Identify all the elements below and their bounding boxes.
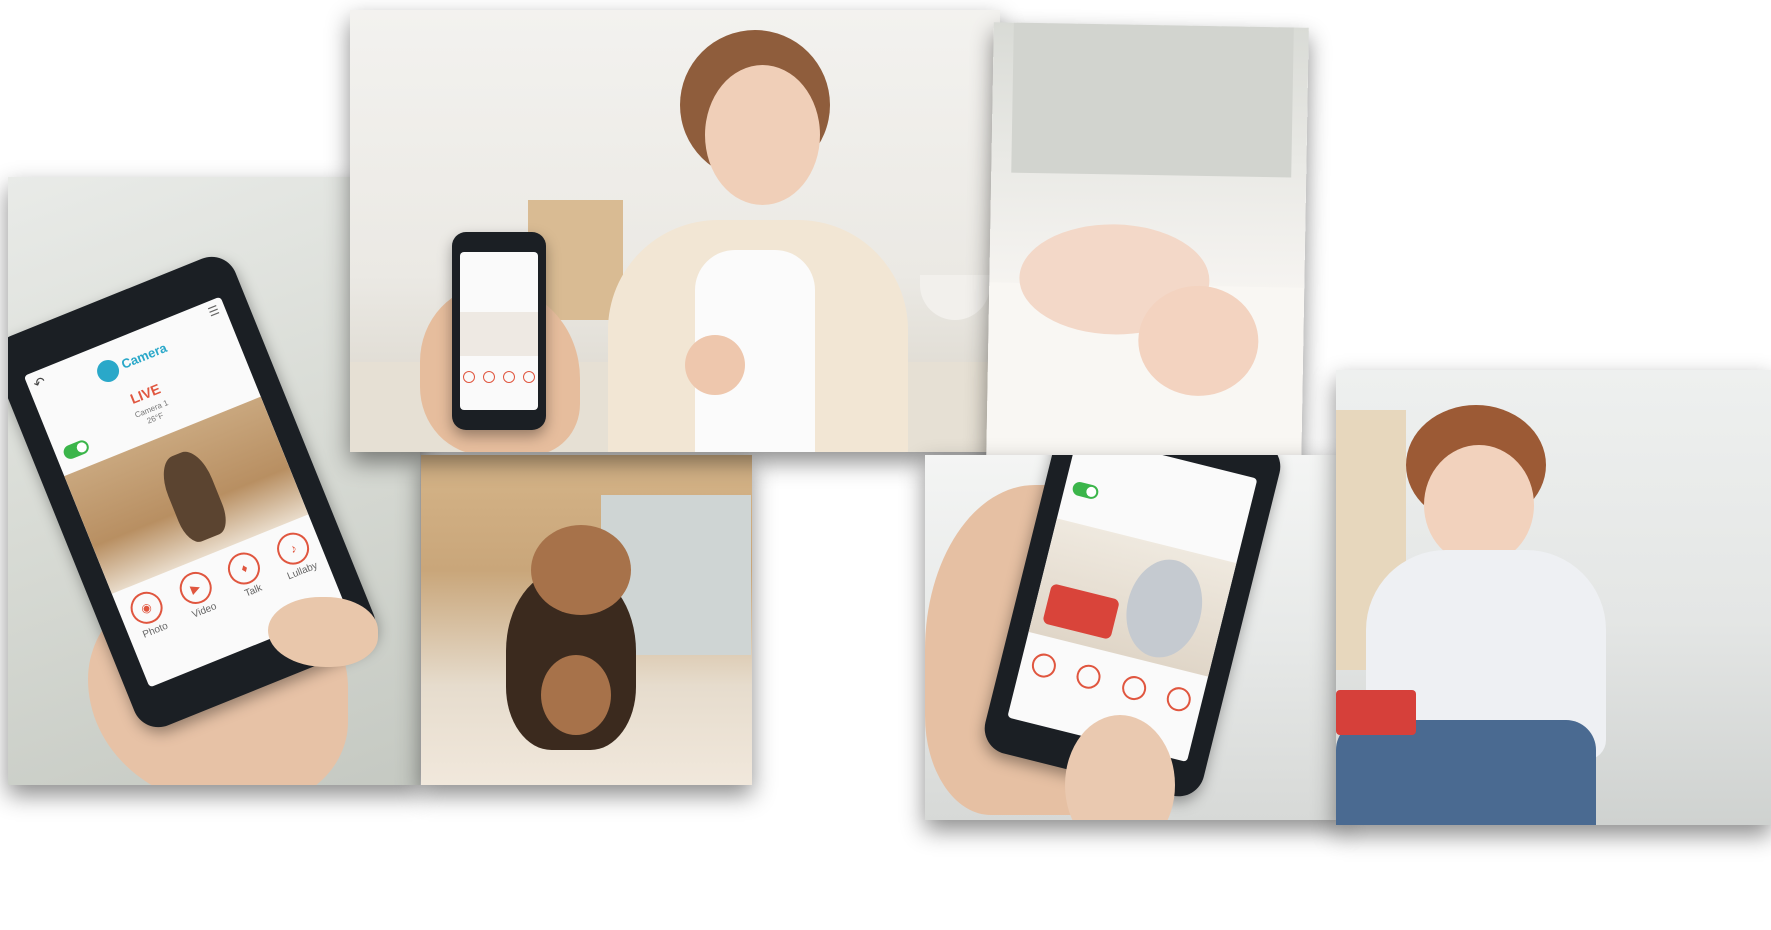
- dog-figure: [155, 446, 232, 547]
- thumb: [268, 597, 378, 667]
- dog-chest: [541, 655, 611, 735]
- phone-screen-boy: [1007, 455, 1258, 762]
- dog-head: [531, 525, 631, 615]
- video-button[interactable]: ▶ Video: [174, 567, 222, 623]
- talk-label: Talk: [243, 582, 264, 600]
- phone-screen-small: [459, 251, 539, 411]
- back-icon[interactable]: ↶: [31, 373, 48, 393]
- photo-button[interactable]: ◉ Photo: [125, 587, 173, 642]
- photo-panel-boy: [1336, 370, 1771, 825]
- music-note-icon: [522, 370, 535, 383]
- lullaby-button[interactable]: ♪ Lullaby: [272, 527, 320, 583]
- smartphone-small: [452, 232, 546, 430]
- app-brand: Camera: [119, 340, 170, 373]
- control-row-small: [460, 370, 539, 383]
- photo-panel-baby: [986, 22, 1309, 468]
- camera-toggle-boy[interactable]: [1071, 480, 1100, 501]
- fruit-bowl: [920, 275, 990, 320]
- boy-face: [1424, 445, 1534, 565]
- woman-face: [705, 65, 820, 205]
- photo-panel-woman: [350, 10, 1000, 452]
- woman-hand-phone: [685, 335, 745, 395]
- menu-icon[interactable]: ☰: [206, 303, 221, 320]
- camera-icon: [463, 370, 476, 383]
- talk-button[interactable]: ♦ Talk: [223, 547, 271, 603]
- microphone-icon: [1119, 673, 1149, 703]
- baby-feed-thumb: [459, 311, 539, 357]
- boy-live-feed: [1028, 518, 1237, 677]
- photo-panel-phone-boy: [925, 455, 1345, 820]
- video-icon: [483, 370, 496, 383]
- boy-figure: [1116, 551, 1212, 666]
- crib-furniture: [1011, 22, 1294, 178]
- toy-blocks: [1042, 583, 1121, 641]
- video-icon: [1074, 662, 1104, 692]
- boy-jeans: [1336, 720, 1596, 825]
- toy-bricks: [1336, 690, 1416, 735]
- camera-icon: [1029, 651, 1059, 681]
- microphone-icon: [502, 370, 515, 383]
- music-note-icon: [1163, 684, 1193, 715]
- photo-panel-dog: [421, 455, 752, 785]
- camera-logo-icon: [93, 356, 123, 386]
